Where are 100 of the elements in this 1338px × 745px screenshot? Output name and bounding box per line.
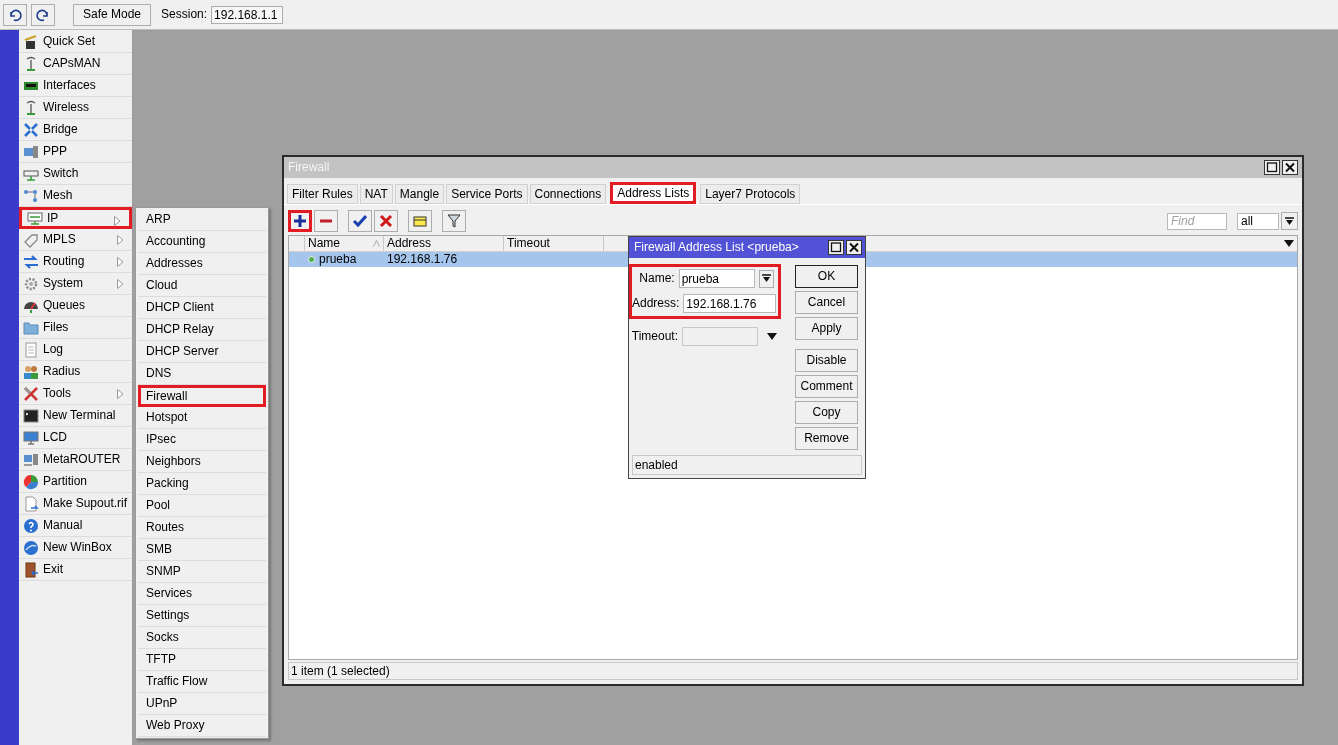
dialog-button[interactable]: Cancel bbox=[795, 291, 858, 314]
menu-item[interactable]: Mesh bbox=[19, 185, 132, 207]
dialog-button[interactable]: OK bbox=[795, 265, 858, 288]
submenu-item[interactable]: Cloud bbox=[138, 275, 266, 297]
tab[interactable]: Filter Rules bbox=[287, 184, 358, 204]
dropdown-button[interactable] bbox=[1281, 212, 1298, 230]
menu-item[interactable]: LCD bbox=[19, 427, 132, 449]
submenu-item[interactable]: Neighbors bbox=[138, 451, 266, 473]
dialog-button[interactable]: Remove bbox=[795, 427, 858, 450]
column-label: Timeout bbox=[507, 236, 550, 251]
menu-item[interactable]: Exit bbox=[19, 559, 132, 581]
tab[interactable]: NAT bbox=[359, 184, 393, 204]
menu-item[interactable]: Log bbox=[19, 339, 132, 361]
help-icon bbox=[23, 517, 39, 534]
submenu-item[interactable]: UPnP bbox=[138, 693, 266, 715]
column-header[interactable]: Timeout bbox=[504, 236, 604, 251]
menu-item[interactable]: Make Supout.rif bbox=[19, 493, 132, 515]
input-field[interactable]: 192.168.1.76 bbox=[683, 294, 777, 313]
maximize-icon bbox=[1264, 160, 1280, 175]
remove-button[interactable] bbox=[314, 210, 338, 232]
document-icon bbox=[23, 341, 39, 358]
pie-chart-icon bbox=[23, 473, 39, 490]
menu-item[interactable]: Routing bbox=[19, 251, 132, 273]
menu-item[interactable]: IP bbox=[19, 207, 132, 229]
submenu-item[interactable]: TFTP bbox=[138, 649, 266, 671]
submenu-item[interactable]: Packing bbox=[138, 473, 266, 495]
menu-item[interactable]: Tools bbox=[19, 383, 132, 405]
submenu-item[interactable]: Firewall bbox=[138, 385, 266, 407]
menu-item[interactable]: MPLS bbox=[19, 229, 132, 251]
menu-item[interactable]: Radius bbox=[19, 361, 132, 383]
submenu-item[interactable]: DHCP Client bbox=[138, 297, 266, 319]
dialog-button[interactable]: Copy bbox=[795, 401, 858, 424]
undo-button[interactable] bbox=[3, 3, 27, 26]
menu-item[interactable]: PPP bbox=[19, 141, 132, 163]
dialog-title: Firewall Address List <prueba> bbox=[634, 240, 799, 255]
menu-item[interactable]: Quick Set bbox=[19, 31, 132, 53]
menu-item[interactable]: CAPsMAN bbox=[19, 53, 132, 75]
submenu-item[interactable]: Routes bbox=[138, 517, 266, 539]
door-icon bbox=[23, 561, 39, 578]
submenu-item[interactable]: IPsec bbox=[138, 429, 266, 451]
dialog-button[interactable]: Disable bbox=[795, 349, 858, 372]
menu-item[interactable]: Partition bbox=[19, 471, 132, 493]
column-header[interactable]: Name bbox=[305, 236, 384, 251]
submenu-arrow-icon bbox=[117, 389, 124, 399]
submenu-item[interactable]: DHCP Relay bbox=[138, 319, 266, 341]
submenu-item[interactable]: Services bbox=[138, 583, 266, 605]
close-icon bbox=[846, 240, 862, 255]
gear-icon bbox=[23, 275, 39, 292]
submenu-item[interactable]: Settings bbox=[138, 605, 266, 627]
input-field[interactable]: prueba bbox=[678, 269, 755, 288]
dialog-button[interactable]: Apply bbox=[795, 317, 858, 340]
menu-item[interactable]: Manual bbox=[19, 515, 132, 537]
find-field[interactable]: Find bbox=[1167, 212, 1227, 230]
submenu-item[interactable]: ARP bbox=[138, 209, 266, 231]
submenu-item[interactable]: Addresses bbox=[138, 253, 266, 275]
submenu-item[interactable]: Web Proxy bbox=[138, 715, 266, 737]
enable-button[interactable] bbox=[348, 210, 372, 232]
submenu-item[interactable]: Pool bbox=[138, 495, 266, 517]
submenu-item[interactable]: Traffic Flow bbox=[138, 671, 266, 693]
submenu-item[interactable]: Accounting bbox=[138, 231, 266, 253]
dialog-button[interactable]: Comment bbox=[795, 375, 858, 398]
menu-item[interactable]: MetaROUTER bbox=[19, 449, 132, 471]
menu-item[interactable]: Switch bbox=[19, 163, 132, 185]
submenu-item[interactable]: Hotspot bbox=[138, 407, 266, 429]
tab[interactable]: Mangle bbox=[394, 184, 445, 204]
mesh-icon bbox=[23, 187, 39, 204]
maximize-icon bbox=[828, 240, 844, 255]
disable-button[interactable] bbox=[374, 210, 398, 232]
menu-item[interactable]: Wireless bbox=[19, 97, 132, 119]
add-button[interactable] bbox=[288, 210, 312, 232]
menu-item[interactable]: Files bbox=[19, 317, 132, 339]
dropdown-button[interactable] bbox=[758, 269, 774, 288]
menu-item[interactable]: Bridge bbox=[19, 119, 132, 141]
comment-button[interactable] bbox=[408, 210, 432, 232]
sort-icon bbox=[373, 240, 380, 247]
filter-dropdown[interactable]: all bbox=[1237, 212, 1279, 230]
menu-item[interactable]: System bbox=[19, 273, 132, 295]
submenu-item[interactable]: Socks bbox=[138, 627, 266, 649]
submenu-arrow-icon bbox=[117, 279, 124, 289]
tab[interactable]: Address Lists bbox=[610, 182, 697, 204]
filter-button[interactable] bbox=[442, 210, 466, 232]
redo-button[interactable] bbox=[31, 3, 55, 26]
table-cell: 192.168.1.76 bbox=[387, 252, 458, 267]
field-label: Address: bbox=[632, 296, 680, 311]
menu-item[interactable]: New WinBox bbox=[19, 537, 132, 559]
column-header[interactable]: Address bbox=[384, 236, 504, 251]
submenu-item[interactable]: DHCP Server bbox=[138, 341, 266, 363]
menu-item[interactable]: New Terminal bbox=[19, 405, 132, 427]
menu-item[interactable]: Interfaces bbox=[19, 75, 132, 97]
tab[interactable]: Service Ports bbox=[446, 184, 528, 204]
submenu-item[interactable]: DNS bbox=[138, 363, 266, 385]
submenu-item[interactable]: SNMP bbox=[138, 561, 266, 583]
tab[interactable]: Layer7 Protocols bbox=[700, 184, 801, 204]
safe-mode-button[interactable]: Safe Mode bbox=[73, 3, 152, 26]
menu-item[interactable]: Queues bbox=[19, 295, 132, 317]
session-field[interactable]: 192.168.1.1 bbox=[211, 5, 284, 24]
tab[interactable]: Connections bbox=[529, 184, 607, 204]
session-label: Session: bbox=[161, 7, 208, 22]
submenu-item[interactable]: SMB bbox=[138, 539, 266, 561]
monitor-icon bbox=[23, 429, 39, 446]
